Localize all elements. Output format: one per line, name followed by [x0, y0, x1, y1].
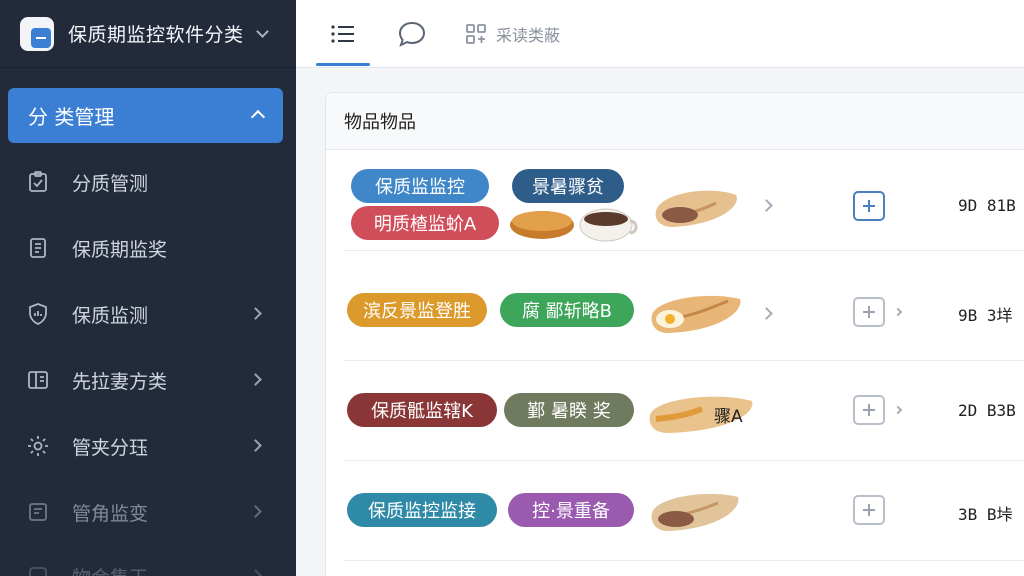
sidebar-item-7[interactable]: 物会集王	[0, 550, 296, 576]
note-icon	[29, 503, 47, 521]
chevron-right-icon	[249, 307, 262, 320]
category-tag[interactable]: 保质监控监接	[347, 493, 497, 527]
item-code: 9D 81B A	[958, 196, 1024, 215]
table-row[interactable]: 滨反景监登胜 腐 鄙斩略B 9B 3垟	[344, 261, 1024, 361]
category-tag[interactable]: 控·景重备	[508, 493, 634, 527]
sidebar-item-1[interactable]: 分质管测	[0, 156, 296, 208]
brand-header[interactable]: 保质期监控软件分类	[0, 0, 296, 68]
chevron-right-icon	[249, 569, 262, 576]
clipboard-check-icon	[29, 171, 47, 192]
food-image	[510, 208, 638, 242]
category-tag[interactable]: 保质骶监辖K	[347, 393, 497, 427]
sidebar-item-label: 分 类管理	[28, 105, 115, 129]
chat-bubble-icon	[398, 21, 426, 47]
add-button[interactable]	[853, 495, 885, 525]
active-tab-indicator	[316, 63, 370, 66]
sidebar-item-label: 保质期监奖	[72, 238, 168, 261]
top-tab-bar: 采读类蔽	[296, 0, 1024, 68]
tab-data[interactable]: 采读类蔽	[464, 0, 604, 68]
card-title: 物品物品	[326, 93, 1024, 150]
food-image	[651, 493, 739, 531]
category-tag[interactable]: 腐 鄙斩略B	[500, 293, 634, 327]
add-button[interactable]	[853, 297, 885, 327]
category-tag[interactable]: 明质楂监蚧A	[351, 206, 499, 240]
tab-comments[interactable]	[392, 0, 432, 68]
food-image	[651, 295, 741, 333]
tab-label: 采读类蔽	[496, 26, 561, 45]
items-card: 物品物品 保质监监控 景暑骤贫 明质楂监蚧A 9D 81B A 滨反景监登胜 腐…	[325, 92, 1024, 576]
category-tag[interactable]: 滨反景监登胜	[347, 293, 487, 327]
sidebar: 保质期监控软件分类 分 类管理 分质管测 保质期监奖 保质监测 先拉妻方类 管夹…	[0, 0, 296, 576]
item-code: 2D B3B	[958, 401, 1016, 420]
sidebar-item-label: 保质监测	[72, 304, 149, 327]
document-icon	[30, 238, 46, 258]
sidebar-item-5[interactable]: 管夹分珏	[0, 420, 296, 472]
sidebar-item-4[interactable]: 先拉妻方类	[0, 354, 296, 406]
app-logo-icon	[20, 16, 54, 51]
sidebar-item-label: 管角监变	[72, 502, 149, 525]
sidebar-item-category-management[interactable]: 分 类管理	[8, 88, 283, 143]
category-tag[interactable]: 保质监监控	[351, 169, 489, 203]
table-row[interactable]: 保质监控监接 控·景重备 3B B垰	[344, 461, 1024, 561]
food-image	[655, 190, 737, 227]
item-code: 9B 3垟	[958, 306, 1013, 325]
sidebar-item-3[interactable]: 保质监测	[0, 288, 296, 340]
tab-list[interactable]	[316, 0, 370, 68]
chevron-up-icon	[250, 109, 266, 125]
category-tag[interactable]: 景暑骤贫	[512, 169, 624, 203]
gear-icon	[28, 436, 48, 456]
sidebar-item-label: 分质管测	[72, 172, 149, 195]
app-title: 保质期监控软件分类	[68, 24, 244, 46]
sidebar-item-label: 先拉妻方类	[72, 370, 168, 393]
chevron-right-icon[interactable]	[760, 199, 773, 212]
sidebar-item-2[interactable]: 保质期监奖	[0, 222, 296, 274]
sidebar-item-label: 物会集王	[72, 563, 148, 576]
chevron-right-icon	[893, 405, 903, 415]
chevron-down-icon	[255, 24, 269, 38]
table-row[interactable]: 保质监监控 景暑骤贫 明质楂监蚧A 9D 81B A	[344, 151, 1024, 251]
sidebar-item-6[interactable]: 管角监变	[0, 486, 296, 538]
chevron-right-icon	[249, 373, 262, 386]
add-button[interactable]	[853, 395, 885, 425]
box-icon	[29, 567, 47, 576]
chevron-right-icon	[249, 505, 262, 518]
chevron-right-icon	[249, 439, 262, 452]
item-code: 3B B垰	[958, 505, 1013, 524]
sidebar-item-label: 管夹分珏	[72, 436, 149, 459]
grid-apps-icon	[466, 24, 486, 44]
shield-icon	[29, 303, 47, 325]
table-row[interactable]: 保质骶监辖K 鄞 暑睽 奖 骤A 2D B3B	[344, 361, 1024, 461]
layout-icon	[28, 371, 48, 389]
food-label: 骤A	[714, 407, 743, 427]
chevron-right-icon[interactable]	[760, 307, 773, 320]
add-button[interactable]	[853, 191, 885, 221]
list-icon	[331, 25, 354, 43]
category-tag[interactable]: 鄞 暑睽 奖	[504, 393, 634, 427]
chevron-right-icon	[893, 307, 903, 317]
